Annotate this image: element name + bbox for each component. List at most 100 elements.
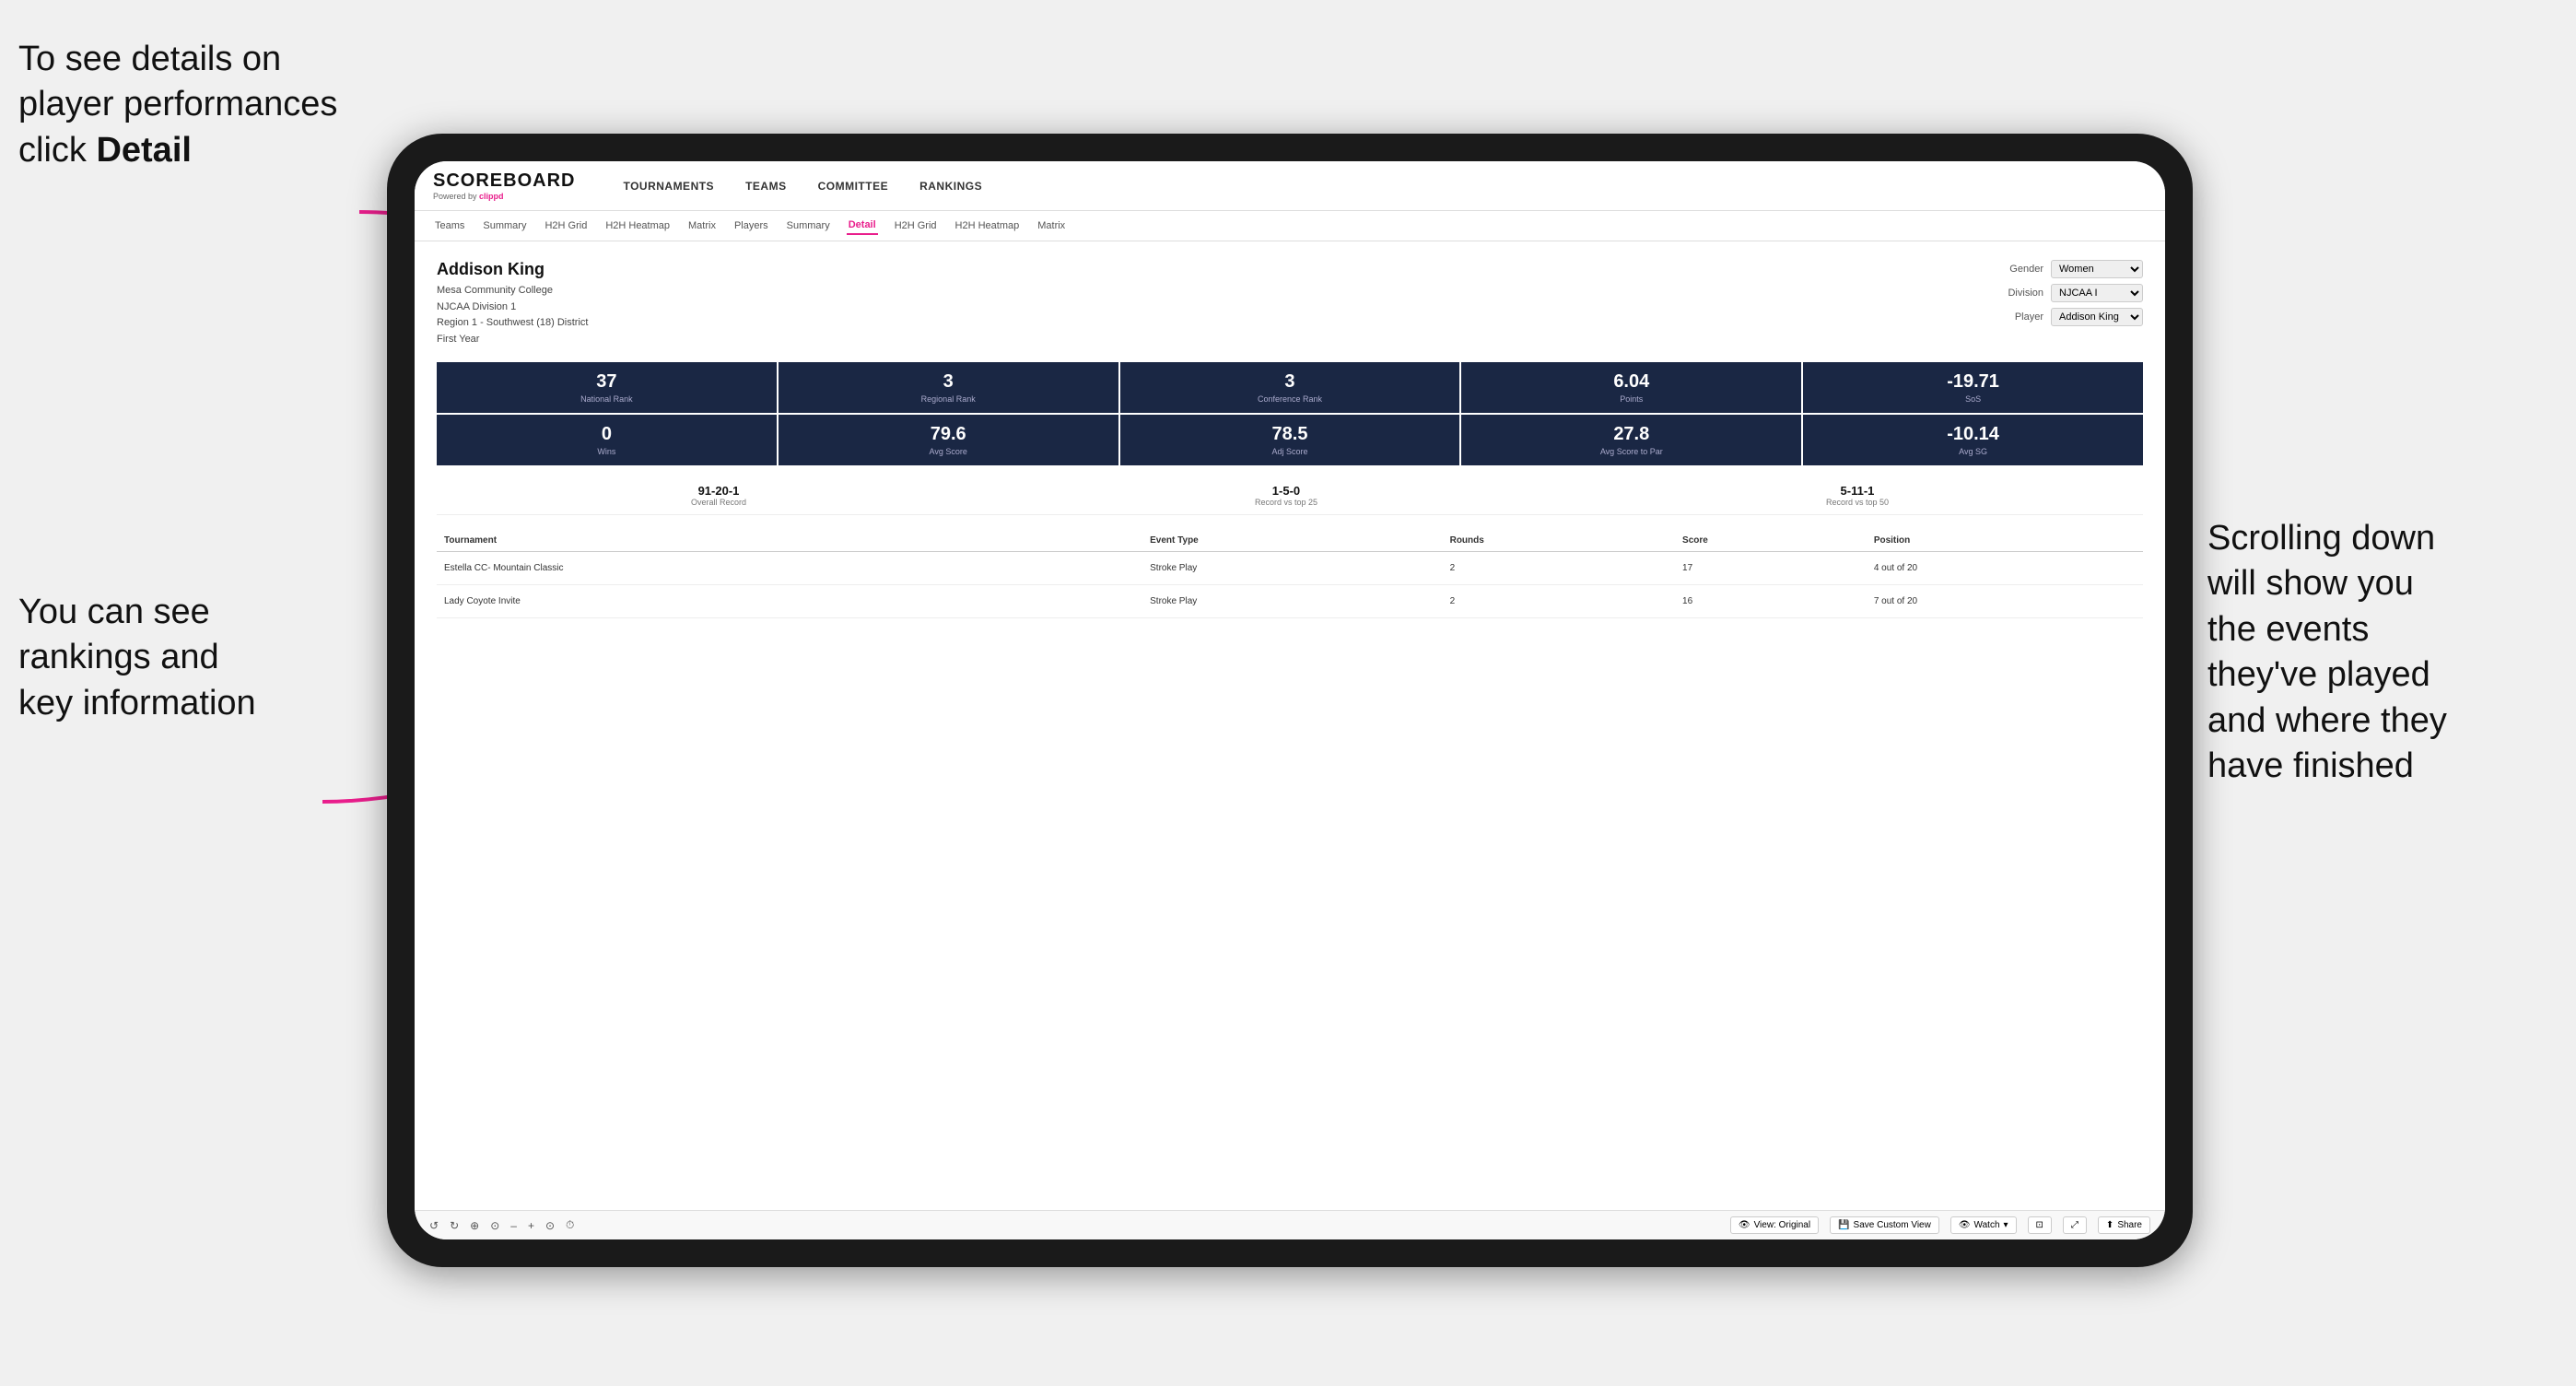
- cell-rounds: 2: [1443, 552, 1675, 585]
- player-header: Addison King Mesa Community College NJCA…: [437, 260, 2143, 347]
- stat-cell: 27.8Avg Score to Par: [1461, 415, 1801, 465]
- col-tournament: Tournament: [437, 530, 1072, 552]
- nav-rankings[interactable]: RANKINGS: [918, 176, 984, 196]
- stat-cell: 0Wins: [437, 415, 777, 465]
- subnav-summary2[interactable]: Summary: [785, 217, 832, 234]
- player-division: NJCAA Division 1: [437, 300, 588, 316]
- col-rounds: Rounds: [1443, 530, 1675, 552]
- watch-icon: 👁: [1959, 1220, 1971, 1230]
- annotation-bottomleft: You can see rankings and key information: [18, 590, 332, 726]
- bottom-toolbar: ↺ ↻ ⊕ ⊙ – + ⊙ ⏱ 👁 View: Original 💾 Save …: [415, 1210, 2165, 1239]
- zoom-minus-button[interactable]: –: [510, 1219, 517, 1232]
- redo-button[interactable]: ↻: [450, 1219, 459, 1232]
- stats-row2: 0Wins79.6Avg Score78.5Adj Score27.8Avg S…: [437, 415, 2143, 465]
- record-item: 1-5-0Record vs top 25: [1255, 484, 1317, 507]
- expand-button[interactable]: ⤢: [2063, 1216, 2087, 1234]
- zoom-fit-button[interactable]: ⊕: [470, 1219, 479, 1232]
- nav-teams[interactable]: TEAMS: [744, 176, 789, 196]
- subnav-detail[interactable]: Detail: [847, 217, 878, 235]
- player-filter: Player Addison King: [2015, 308, 2143, 326]
- annotation-topleft: To see details on player performances cl…: [18, 37, 350, 173]
- stat-cell: 78.5Adj Score: [1120, 415, 1460, 465]
- subnav-h2h-grid2[interactable]: H2H Grid: [893, 217, 939, 234]
- annotation-bottomright: Scrolling down will show you the events …: [2207, 516, 2558, 789]
- cell-empty: [1072, 552, 1142, 585]
- gender-filter: Gender Women Men: [2009, 260, 2143, 278]
- top-navbar: SCOREBOARD Powered by clippd TOURNAMENTS…: [415, 161, 2165, 211]
- screen-button[interactable]: ⊡: [2028, 1216, 2052, 1234]
- gender-label: Gender: [2009, 264, 2043, 275]
- cell-position: 7 out of 20: [1867, 585, 2143, 618]
- cell-empty: [1072, 585, 1142, 618]
- stat-cell: -10.14Avg SG: [1803, 415, 2143, 465]
- stats-row1: 37National Rank3Regional Rank3Conference…: [437, 362, 2143, 413]
- tablet-frame: SCOREBOARD Powered by clippd TOURNAMENTS…: [387, 134, 2193, 1267]
- view-original-button[interactable]: 👁 View: Original: [1730, 1216, 1819, 1234]
- player-year: First Year: [437, 332, 588, 348]
- subnav-h2h-heatmap[interactable]: H2H Heatmap: [603, 217, 672, 234]
- col-score: Score: [1675, 530, 1867, 552]
- nav-committee[interactable]: COMMITTEE: [816, 176, 891, 196]
- cell-tournament: Estella CC- Mountain Classic: [437, 552, 1072, 585]
- subnav-h2h-grid[interactable]: H2H Grid: [543, 217, 589, 234]
- zoom-out-button[interactable]: ⊙: [490, 1219, 499, 1232]
- watch-label: Watch: [1974, 1220, 2000, 1230]
- player-filters: Gender Women Men Division NJCAA I: [2008, 260, 2143, 326]
- col-position: Position: [1867, 530, 2143, 552]
- cell-position: 4 out of 20: [1867, 552, 2143, 585]
- tournament-table: Tournament Event Type Rounds Score Posit…: [437, 530, 2143, 618]
- record-row: 91-20-1Overall Record 1-5-0Record vs top …: [437, 476, 2143, 515]
- logo-scoreboard: SCOREBOARD: [433, 170, 575, 192]
- view-original-label: View: Original: [1754, 1220, 1811, 1230]
- app-container: SCOREBOARD Powered by clippd TOURNAMENTS…: [415, 161, 2165, 1239]
- record-item: 5-11-1Record vs top 50: [1826, 484, 1889, 507]
- cell-tournament: Lady Coyote Invite: [437, 585, 1072, 618]
- settings-button[interactable]: ⊙: [545, 1219, 555, 1232]
- col-empty: [1072, 530, 1142, 552]
- save-custom-label: Save Custom View: [1854, 1220, 1931, 1230]
- gender-select[interactable]: Women Men: [2051, 260, 2143, 278]
- content-area: Addison King Mesa Community College NJCA…: [415, 241, 2165, 1210]
- view-original-icon: 👁: [1739, 1220, 1751, 1230]
- subnav-h2h-heatmap2[interactable]: H2H Heatmap: [954, 217, 1022, 234]
- stat-cell: 37National Rank: [437, 362, 777, 413]
- cell-event-type: Stroke Play: [1142, 585, 1442, 618]
- timer-button[interactable]: ⏱: [566, 1218, 574, 1232]
- zoom-plus-button[interactable]: +: [528, 1219, 534, 1232]
- save-icon: 💾: [1838, 1220, 1849, 1230]
- table-row: Estella CC- Mountain Classic Stroke Play…: [437, 552, 2143, 585]
- share-icon: ⬆: [2106, 1220, 2113, 1230]
- subnav-summary[interactable]: Summary: [481, 217, 528, 234]
- cell-score: 17: [1675, 552, 1867, 585]
- record-item: 91-20-1Overall Record: [691, 484, 746, 507]
- stat-cell: -19.71SoS: [1803, 362, 2143, 413]
- watch-button[interactable]: 👁 Watch ▾: [1950, 1216, 2017, 1234]
- share-button[interactable]: ⬆ Share: [2098, 1216, 2150, 1234]
- subnav-matrix2[interactable]: Matrix: [1036, 217, 1067, 234]
- nav-tournaments[interactable]: TOURNAMENTS: [621, 176, 716, 196]
- player-info: Addison King Mesa Community College NJCA…: [437, 260, 588, 347]
- save-custom-view-button[interactable]: 💾 Save Custom View: [1830, 1216, 1939, 1234]
- subnav-teams[interactable]: Teams: [433, 217, 466, 234]
- player-select[interactable]: Addison King: [2051, 308, 2143, 326]
- division-filter: Division NJCAA I NJCAA II: [2008, 284, 2143, 302]
- tablet-screen: SCOREBOARD Powered by clippd TOURNAMENTS…: [415, 161, 2165, 1239]
- cell-rounds: 2: [1443, 585, 1675, 618]
- player-name: Addison King: [437, 260, 588, 279]
- division-label: Division: [2008, 288, 2043, 299]
- player-region: Region 1 - Southwest (18) District: [437, 315, 588, 332]
- main-panel: Addison King Mesa Community College NJCA…: [415, 241, 2165, 1210]
- share-label: Share: [2117, 1220, 2142, 1230]
- undo-button[interactable]: ↺: [429, 1219, 439, 1232]
- division-select[interactable]: NJCAA I NJCAA II: [2051, 284, 2143, 302]
- sub-navbar: Teams Summary H2H Grid H2H Heatmap Matri…: [415, 211, 2165, 241]
- table-header-row: Tournament Event Type Rounds Score Posit…: [437, 530, 2143, 552]
- stat-cell: 3Regional Rank: [779, 362, 1118, 413]
- subnav-matrix[interactable]: Matrix: [686, 217, 718, 234]
- stat-cell: 6.04Points: [1461, 362, 1801, 413]
- stat-cell: 3Conference Rank: [1120, 362, 1460, 413]
- subnav-players[interactable]: Players: [732, 217, 770, 234]
- stat-cell: 79.6Avg Score: [779, 415, 1118, 465]
- cell-event-type: Stroke Play: [1142, 552, 1442, 585]
- logo-area: SCOREBOARD Powered by clippd: [433, 170, 575, 201]
